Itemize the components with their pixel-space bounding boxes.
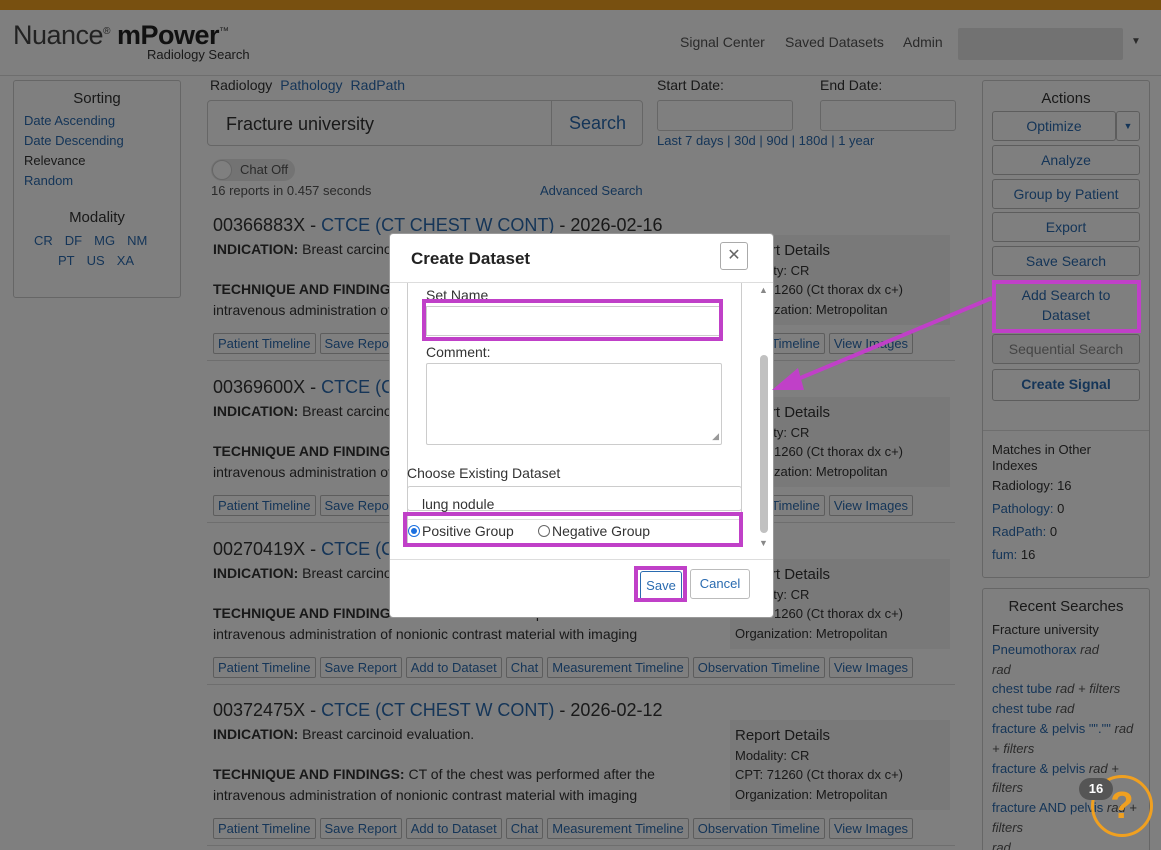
set-name-input[interactable] bbox=[426, 306, 720, 336]
modal-footer-divider bbox=[390, 559, 773, 560]
radio-unselected-icon bbox=[538, 525, 550, 537]
modal-title: Create Dataset bbox=[411, 249, 531, 268]
negative-group-radio[interactable]: Negative Group bbox=[538, 523, 650, 539]
save-button[interactable]: Save bbox=[640, 571, 682, 601]
cancel-button[interactable]: Cancel bbox=[690, 569, 750, 599]
existing-dataset-label: Choose Existing Dataset bbox=[407, 465, 561, 481]
positive-group-radio[interactable]: Positive Group bbox=[408, 523, 514, 539]
comment-label: Comment: bbox=[426, 344, 491, 360]
help-badge: 16 bbox=[1079, 778, 1113, 800]
modal-body[interactable]: Set Name Comment: ◢ Choose Existing Data… bbox=[390, 283, 773, 559]
comment-textarea[interactable]: ◢ bbox=[426, 363, 722, 445]
existing-item-divider bbox=[408, 519, 741, 520]
positive-group-label: Positive Group bbox=[422, 523, 514, 539]
existing-dataset-item[interactable]: lung nodule bbox=[422, 496, 494, 512]
create-dataset-modal: Create Dataset ✕ Set Name Comment: ◢ Cho… bbox=[389, 233, 774, 618]
scroll-down-icon[interactable]: ▼ bbox=[759, 538, 768, 548]
annotation-arrow-icon bbox=[772, 296, 993, 390]
set-name-label: Set Name bbox=[426, 287, 489, 303]
negative-group-label: Negative Group bbox=[552, 523, 651, 539]
radio-selected-icon bbox=[408, 525, 420, 537]
close-icon[interactable]: ✕ bbox=[720, 242, 748, 270]
resize-grip-icon[interactable]: ◢ bbox=[712, 431, 719, 442]
